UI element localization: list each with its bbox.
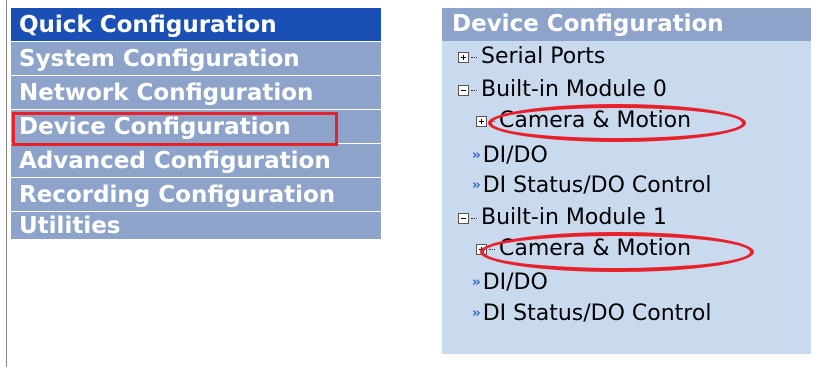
config-menu: Quick Configuration System Configuration… [11,8,381,240]
expand-plus-icon[interactable] [476,243,487,255]
tree-item-built-in-module-0[interactable]: Built-in Module 0 [458,75,667,105]
collapse-minus-icon[interactable] [458,84,469,96]
expand-plus-icon[interactable] [476,115,487,127]
tree-connector [471,56,477,58]
tree-item-label: DI Status/DO Control [482,301,712,326]
tree-item-label: Built-in Module 1 [481,205,667,230]
double-arrow-icon: ›› [472,148,481,163]
tree-item-label: DI/DO [482,270,548,295]
tree-item-camera-motion-1[interactable]: Camera & Motion [476,234,691,264]
double-arrow-icon: ›› [472,306,481,321]
tree-item-camera-motion-0[interactable]: Camera & Motion [476,106,691,136]
double-arrow-icon: ›› [472,275,481,290]
tree-item-label: Camera & Motion [499,236,692,261]
panel-title: Device Configuration [442,8,811,41]
menu-item-system-configuration[interactable]: System Configuration [11,42,381,76]
tree-item-serial-ports[interactable]: Serial Ports [458,42,605,72]
collapse-minus-icon[interactable] [458,212,469,224]
menu-item-recording-configuration[interactable]: Recording Configuration [11,178,381,212]
tree-item-di-status-do-control-1[interactable]: ›› DI Status/DO Control [472,299,711,329]
menu-item-network-configuration[interactable]: Network Configuration [11,76,381,110]
tree-item-di-do-0[interactable]: ›› DI/DO [472,141,548,171]
menu-item-device-configuration[interactable]: Device Configuration [11,110,381,144]
tree-item-label: DI Status/DO Control [482,173,712,198]
tree-item-label: Serial Ports [481,44,606,69]
tree-item-di-status-do-control-0[interactable]: ›› DI Status/DO Control [472,171,711,201]
double-arrow-icon: ›› [472,178,481,193]
tree-connector [471,217,477,219]
device-configuration-panel: Device Configuration Serial Ports Built-… [442,8,811,354]
tree-connector [489,120,495,122]
menu-item-quick-configuration[interactable]: Quick Configuration [11,8,381,42]
tree-connector [489,248,495,250]
tree-item-di-do-1[interactable]: ›› DI/DO [472,268,548,298]
tree-item-built-in-module-1[interactable]: Built-in Module 1 [458,203,667,233]
expand-plus-icon[interactable] [458,51,469,63]
tree-item-label: DI/DO [482,143,548,168]
tree-item-label: Camera & Motion [499,108,692,133]
page-left-border [6,0,7,367]
menu-item-advanced-configuration[interactable]: Advanced Configuration [11,144,381,178]
tree-item-label: Built-in Module 0 [481,77,667,102]
tree-connector [471,89,477,91]
menu-item-utilities[interactable]: Utilities [11,212,381,240]
